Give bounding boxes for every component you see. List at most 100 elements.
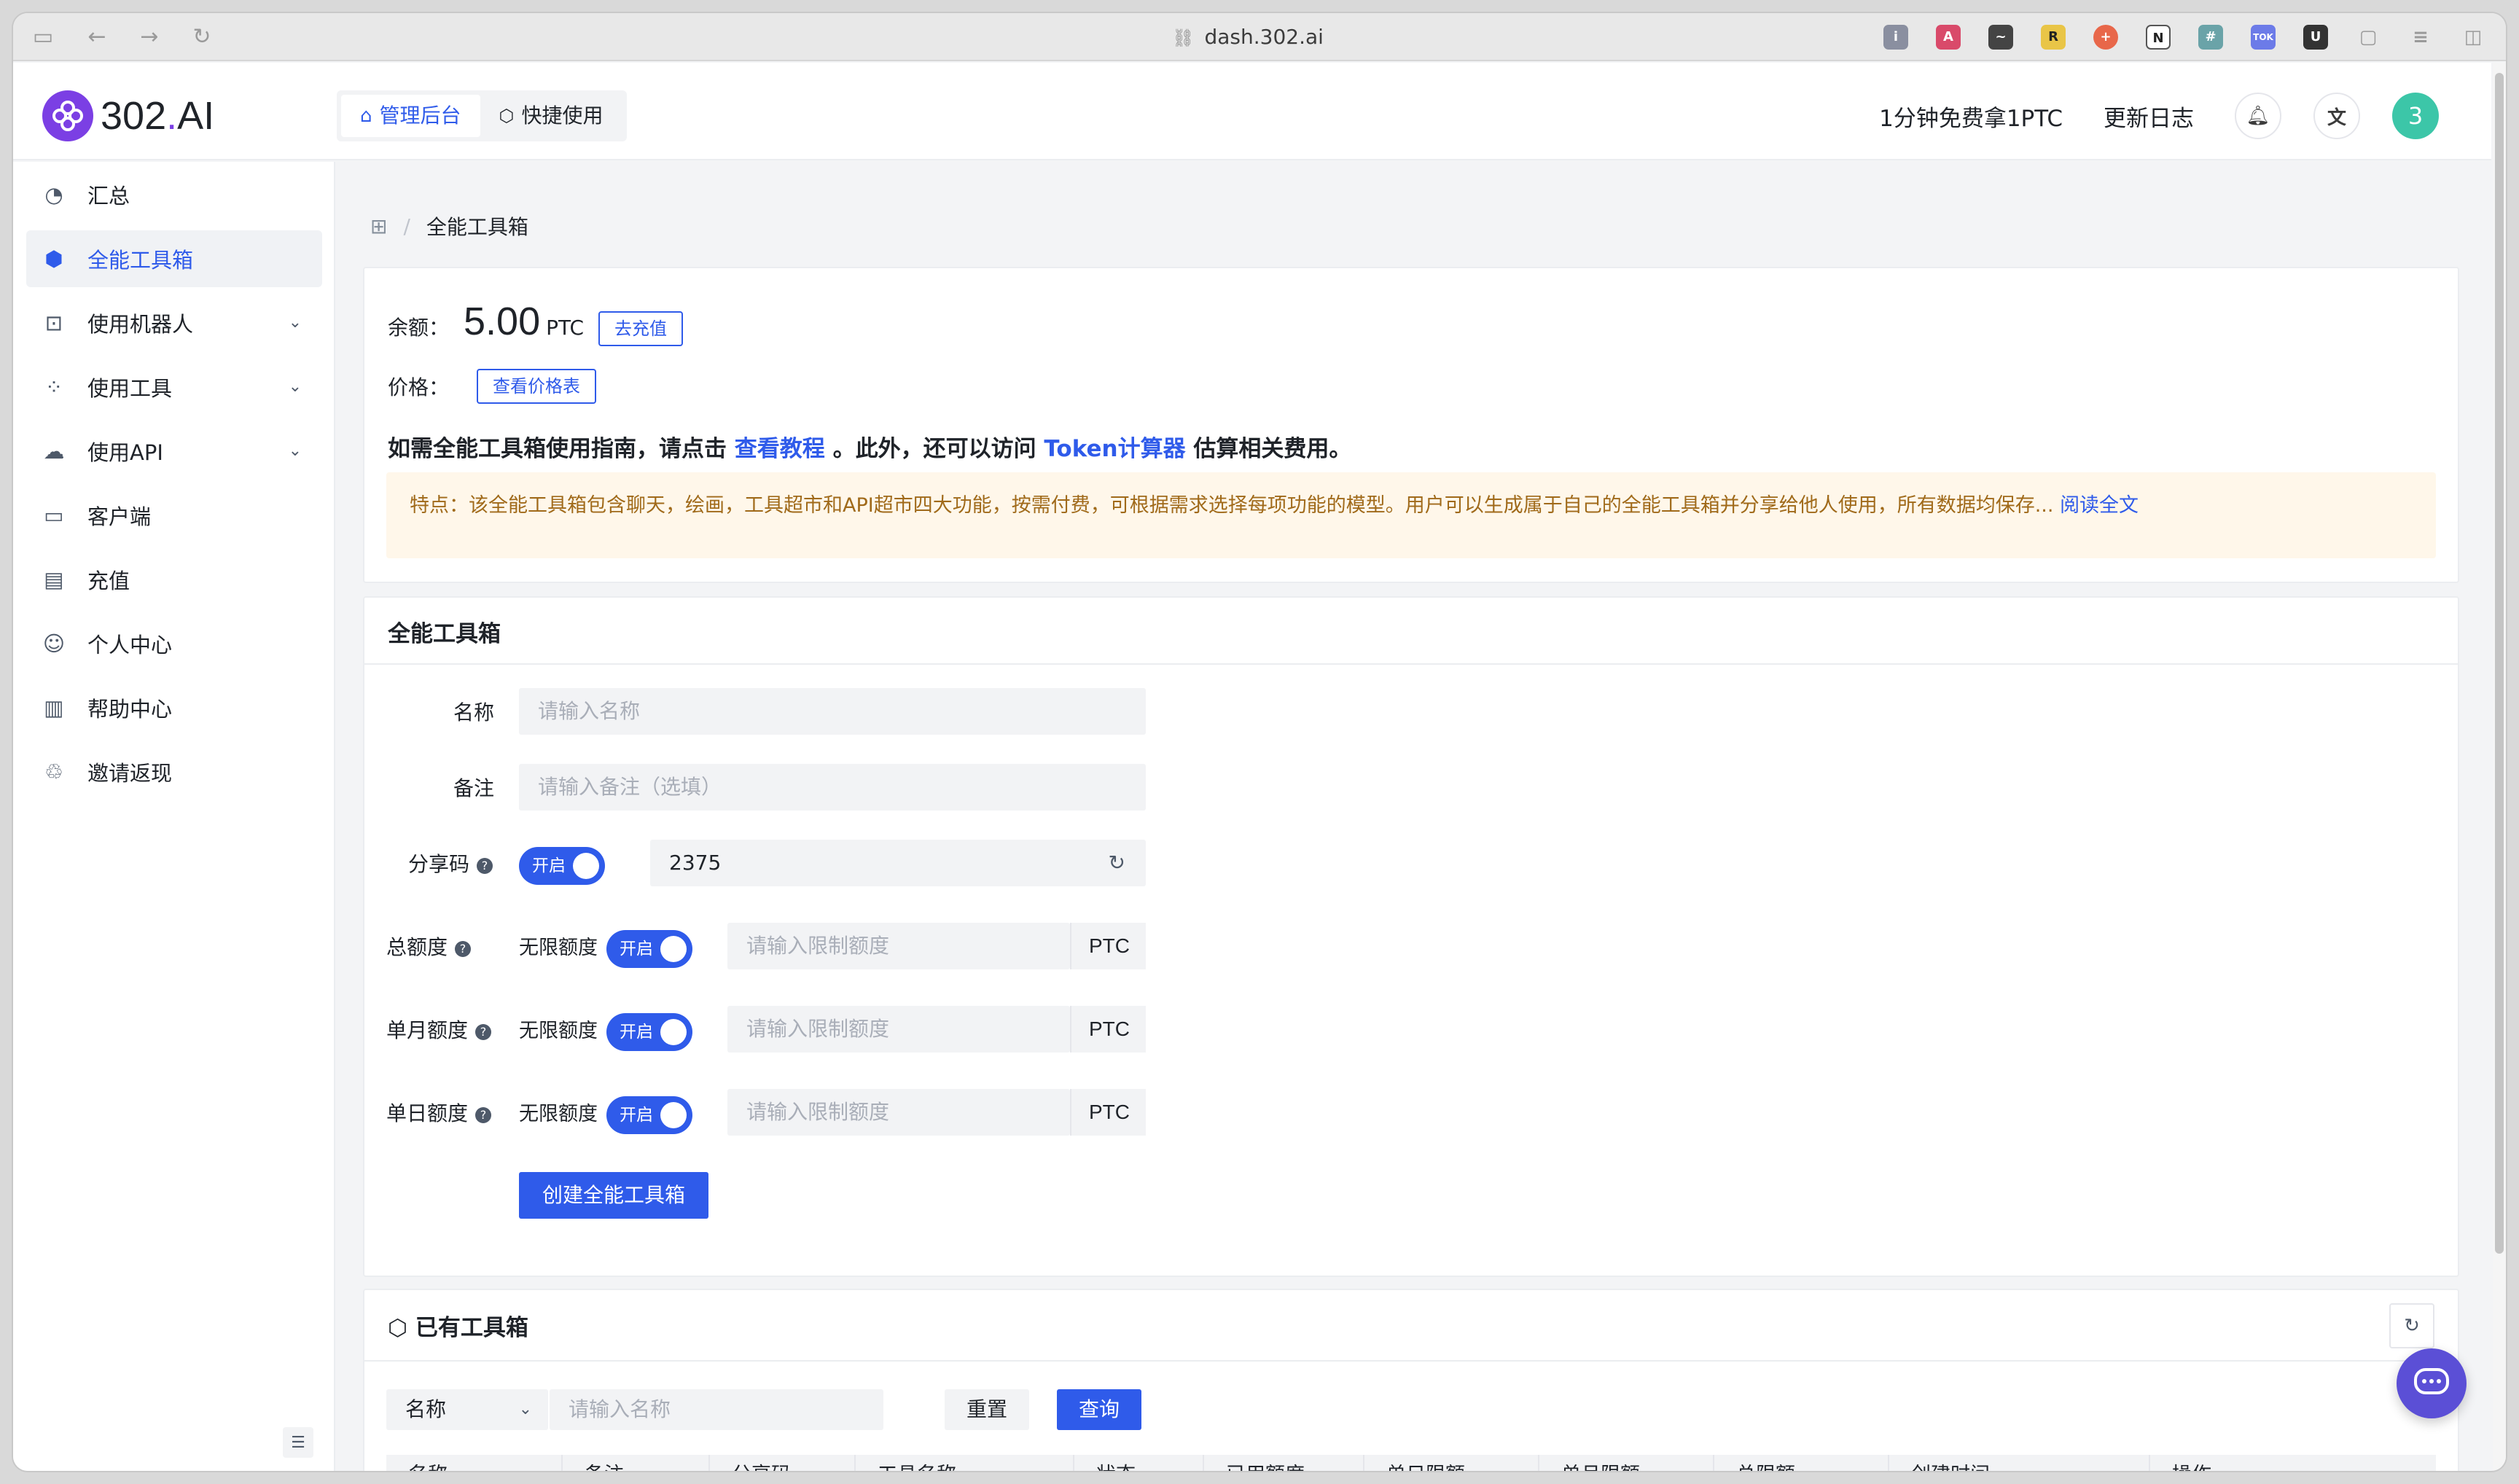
query-button[interactable]: 查询	[1057, 1389, 1142, 1430]
unlimited-label: 无限额度	[519, 937, 598, 959]
price-label: 价格：	[388, 375, 450, 399]
column-header: 创建时间	[1889, 1455, 2150, 1471]
extension-icon[interactable]: R	[2041, 25, 2066, 50]
create-toolbox-button[interactable]: 创建全能工具箱	[519, 1172, 709, 1219]
extension-icon[interactable]: TOK	[2251, 25, 2276, 50]
divider	[364, 1360, 2458, 1362]
tutorial-link[interactable]: 查看教程	[735, 436, 825, 462]
share-code-label: 分享码?	[408, 848, 493, 878]
extension-icon[interactable]: A	[1936, 25, 1961, 50]
note-input[interactable]: 请输入备注（选填）	[519, 764, 1146, 811]
daily-unlimited-toggle[interactable]: 开启	[606, 1096, 692, 1134]
column-header: 名称	[386, 1455, 563, 1471]
browser-window: ▭ ← → ↻ ⛓ dash.302.ai i A ~ R + N # TOK U…	[13, 13, 2506, 1471]
column-header: 单日限额	[1364, 1455, 1539, 1471]
refresh-icon[interactable]: ↻	[1109, 840, 1125, 886]
sidebar-item-summary[interactable]: ◔ 汇总	[26, 166, 322, 223]
unit-addon: PTC	[1070, 1006, 1146, 1053]
divider	[364, 663, 2458, 665]
refresh-icon: ↻	[2404, 1315, 2420, 1337]
column-header: 操作	[2150, 1455, 2436, 1471]
monthly-limit-input[interactable]: 请输入限制额度	[727, 1006, 1070, 1053]
extension-icon[interactable]: N	[2146, 25, 2171, 50]
split-view-icon[interactable]: ◫	[2461, 25, 2485, 50]
chevron-down-icon: ⌄	[288, 313, 302, 332]
price-row: 价格： 查看价格表	[388, 369, 597, 404]
tab-quick-use[interactable]: ⬡ 快捷使用	[480, 95, 622, 137]
grid-icon[interactable]: ⊞	[370, 214, 387, 238]
user-icon: ☺	[42, 631, 66, 656]
help-icon[interactable]: ?	[455, 941, 472, 957]
tab-admin[interactable]: ⌂ 管理后台	[341, 95, 480, 137]
forward-icon[interactable]: →	[138, 26, 160, 48]
collapse-sidebar-button[interactable]: ☰	[283, 1427, 313, 1458]
monthly-quota-label: 单月额度?	[386, 1015, 492, 1044]
back-icon[interactable]: ←	[86, 26, 108, 48]
extension-icon[interactable]: +	[2093, 25, 2118, 50]
changelog-link[interactable]: 更新日志	[2104, 100, 2194, 133]
book-icon: ▥	[44, 695, 64, 720]
total-unlimited-toggle[interactable]: 开启	[606, 930, 692, 968]
sidebar-item-client[interactable]: ▭ 客户端	[26, 487, 322, 544]
help-icon[interactable]: ?	[475, 1024, 492, 1040]
total-limit-input[interactable]: 请输入限制额度	[727, 923, 1070, 969]
token-calculator-link[interactable]: Token计算器	[1044, 436, 1185, 462]
form-title: 全能工具箱	[388, 621, 501, 647]
name-input[interactable]: 请输入名称	[519, 688, 1146, 735]
refresh-button[interactable]: ↻	[2389, 1303, 2434, 1348]
recharge-button[interactable]: 去充值	[598, 311, 684, 346]
avatar[interactable]: 3	[2392, 93, 2439, 139]
balance-unit: PTC	[546, 316, 585, 340]
extension-icon[interactable]: #	[2198, 25, 2223, 50]
total-quota-label: 总额度?	[386, 932, 472, 961]
daily-limit-input[interactable]: 请输入限制额度	[727, 1089, 1070, 1136]
column-header: 单月限额	[1539, 1455, 1714, 1471]
comment-icon[interactable]: ▢	[2356, 25, 2381, 50]
price-table-button[interactable]: 查看价格表	[477, 369, 597, 404]
reset-button[interactable]: 重置	[945, 1389, 1030, 1430]
help-icon[interactable]: ?	[475, 1107, 492, 1123]
top-tab-group: ⌂ 管理后台 ⬡ 快捷使用	[337, 90, 627, 141]
language-button[interactable]: 文	[2313, 93, 2360, 139]
filter-input[interactable]: 请输入名称	[550, 1389, 883, 1430]
share-code-toggle[interactable]: 开启	[519, 847, 605, 885]
reader-icon[interactable]: ≡	[2408, 25, 2433, 50]
unit-addon: PTC	[1070, 923, 1146, 969]
notification-button[interactable]: 🔔︎	[2235, 93, 2281, 139]
free-ptc-link[interactable]: 1分钟免费拿1PTC	[1879, 100, 2063, 133]
guide-text: 如需全能工具箱使用指南，请点击 查看教程 。此外，还可以访问 Token计算器 …	[388, 436, 1352, 462]
column-header: 状态	[1074, 1455, 1204, 1471]
sidebar-item-profile[interactable]: ☺ 个人中心	[26, 615, 322, 672]
share-code-input[interactable]: 2375 ↻	[650, 840, 1146, 886]
address-bar[interactable]: ⛓ dash.302.ai	[1172, 23, 1324, 51]
sidebar-item-robot[interactable]: ⊡ 使用机器人 ⌄	[26, 294, 322, 351]
sidebar-item-toolbox[interactable]: ⬢ 全能工具箱	[26, 230, 322, 287]
breadcrumb-current: 全能工具箱	[426, 215, 528, 239]
sidebar-item-tools[interactable]: ⁘ 使用工具 ⌄	[26, 359, 322, 415]
extension-icon[interactable]: ~	[1988, 25, 2013, 50]
sidebar-item-api[interactable]: ☁ 使用API ⌄	[26, 423, 322, 480]
reload-icon[interactable]: ↻	[191, 26, 213, 48]
logo-text[interactable]: 302.AI	[101, 90, 214, 141]
sidebar-item-recharge[interactable]: ▤ 充值	[26, 551, 322, 608]
help-icon[interactable]: ?	[477, 858, 493, 874]
read-more-link[interactable]: 阅读全文	[2060, 494, 2139, 517]
create-toolbox-card: 全能工具箱 名称 请输入名称 备注 请输入备注（选填） 分享码? 开启 2375…	[363, 596, 2459, 1277]
chevron-down-icon: ⌄	[518, 1400, 532, 1418]
sidebar-item-help[interactable]: ▥ 帮助中心	[26, 679, 322, 736]
daily-quota-label: 单日额度?	[386, 1098, 492, 1127]
filter-field-select[interactable]: 名称 ⌄	[386, 1389, 548, 1430]
chat-support-button[interactable]	[2397, 1348, 2467, 1418]
extension-icon[interactable]: i	[1883, 25, 1908, 50]
extension-icon[interactable]: U	[2303, 25, 2328, 50]
page-scrollbar[interactable]	[2493, 63, 2506, 1471]
sidebar: ◔ 汇总 ⬢ 全能工具箱 ⊡ 使用机器人 ⌄ ⁘ 使用工具 ⌄ ☁ 使用API …	[13, 162, 335, 1471]
logo-icon[interactable]	[42, 90, 93, 141]
unit-addon: PTC	[1070, 1089, 1146, 1136]
sidebar-item-invite[interactable]: ♲ 邀请返现	[26, 743, 322, 800]
sidebar-toggle-icon[interactable]: ▭	[32, 26, 54, 48]
note-label: 备注	[453, 776, 494, 800]
cloud-icon: ☁	[43, 439, 65, 464]
balance-row: 余额： 5.00 PTC 去充值	[388, 299, 684, 346]
monthly-unlimited-toggle[interactable]: 开启	[606, 1013, 692, 1051]
